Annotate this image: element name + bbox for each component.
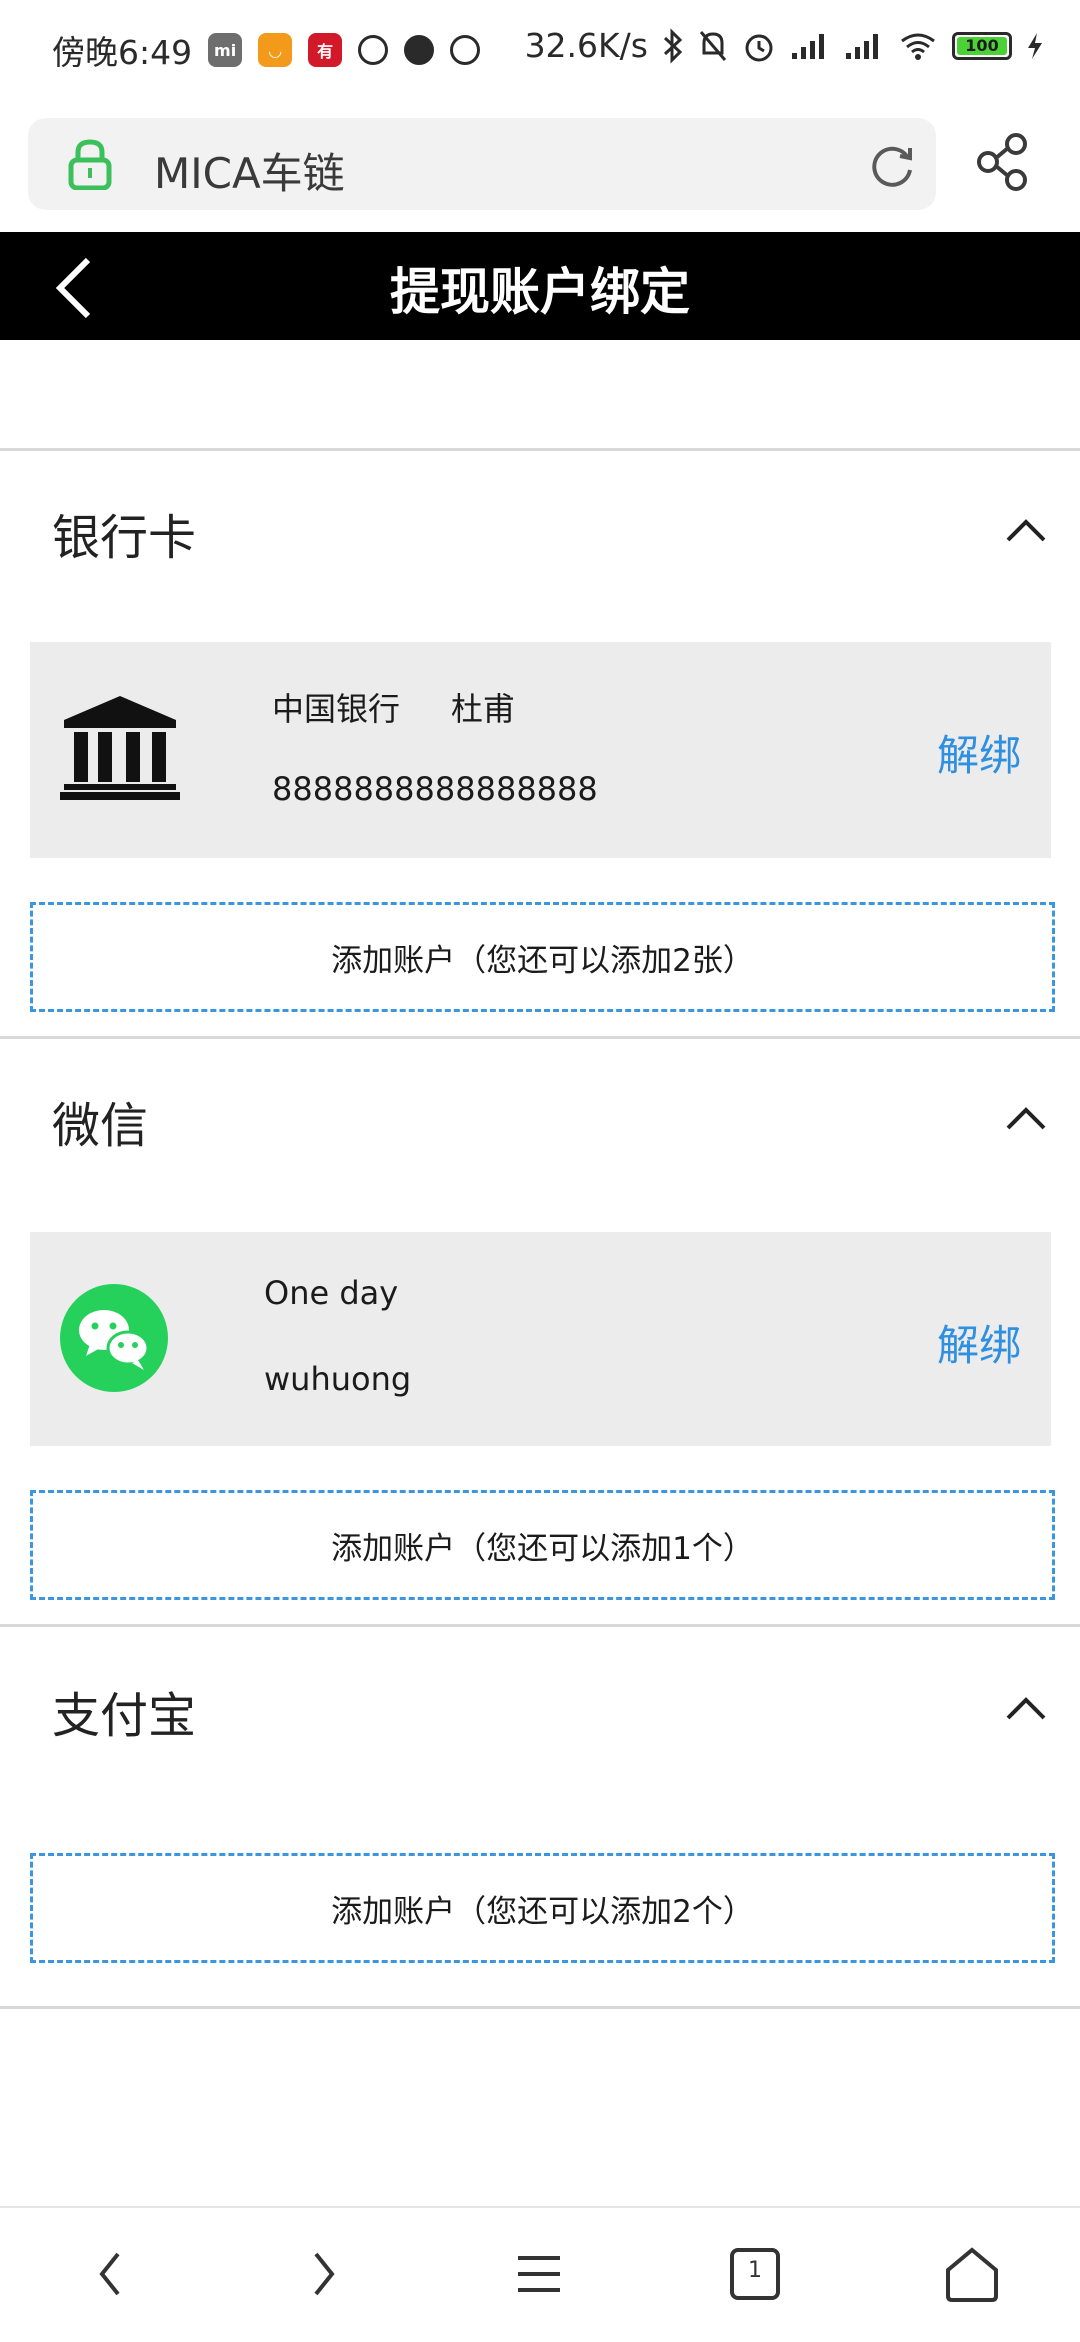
nav-back-icon[interactable] [92, 2244, 128, 2308]
nav-forward-icon[interactable] [306, 2244, 342, 2308]
signal-icon [844, 31, 884, 61]
tabs-button[interactable]: 1 [728, 2246, 782, 2306]
add-alipay-account-button[interactable]: 添加账户（您还可以添加2个） [30, 1853, 1055, 1963]
bluetooth-icon [662, 27, 684, 64]
bank-account-card: 中国银行 杜甫 8888888888888888 解绑 [30, 642, 1051, 858]
network-speed: 32.6K/s [524, 26, 648, 65]
status-left: 傍晚6:49 mi ◡ 有 [52, 26, 481, 74]
section-divider [0, 1624, 1080, 1627]
signal-icon [790, 31, 830, 61]
mute-bell-icon [698, 29, 728, 63]
chevron-up-icon[interactable] [1004, 516, 1048, 548]
charging-icon [1026, 31, 1044, 61]
add-wechat-account-button[interactable]: 添加账户（您还可以添加1个） [30, 1490, 1055, 1600]
page-title: 提现账户绑定 [390, 263, 690, 321]
section-divider [0, 448, 1080, 451]
bank-card-number: 8888888888888888 [272, 770, 598, 808]
circle-notification-icon [358, 35, 389, 65]
section-title-wechat: 微信 [52, 1098, 149, 1154]
browser-bottom-nav: 1 [0, 2206, 1080, 2342]
taobao-app-icon: ◡ [258, 33, 293, 67]
youpin-app-icon: 有 [308, 33, 343, 67]
wechat-account-id: wuhuong [264, 1360, 412, 1398]
url-bar[interactable]: MICA车链 [28, 118, 936, 210]
circle-notification-icon [450, 35, 481, 65]
page-header: 提现账户绑定 [0, 232, 1080, 340]
add-bank-account-button[interactable]: 添加账户（您还可以添加2张） [30, 902, 1055, 1012]
section-divider [0, 2006, 1080, 2009]
tab-count: 1 [748, 2258, 762, 2283]
status-bar: 傍晚6:49 mi ◡ 有 32.6K/s 100 [0, 0, 1080, 96]
section-divider [0, 1036, 1080, 1039]
bank-name-holder: 中国银行 杜甫 [272, 690, 515, 728]
bank-icon [60, 692, 180, 808]
home-icon[interactable] [942, 2244, 1002, 2308]
unbind-wechat-button[interactable]: 解绑 [937, 1312, 1021, 1373]
section-title-alipay: 支付宝 [52, 1688, 197, 1744]
wechat-account-card: One day wuhuong 解绑 [30, 1232, 1051, 1446]
wechat-icon [60, 1284, 168, 1392]
refresh-icon[interactable] [866, 140, 918, 196]
wifi-icon [898, 31, 938, 61]
share-icon[interactable] [974, 132, 1032, 196]
alarm-icon [742, 29, 776, 63]
chevron-up-icon[interactable] [1004, 1104, 1048, 1136]
section-title-bank: 银行卡 [52, 510, 197, 566]
chevron-up-icon[interactable] [1004, 1694, 1048, 1726]
wechat-nickname: One day [264, 1274, 399, 1312]
menu-icon[interactable] [514, 2244, 564, 2308]
mi-app-icon: mi [208, 33, 243, 67]
battery-icon: 100 [952, 31, 1012, 60]
battery-level: 100 [957, 36, 1007, 55]
blocked-notification-icon [404, 35, 435, 65]
url-title: MICA车链 [154, 149, 345, 198]
unbind-bank-button[interactable]: 解绑 [937, 722, 1021, 783]
status-time: 傍晚6:49 [52, 33, 193, 72]
status-right: 32.6K/s 100 [525, 26, 1044, 65]
lock-icon [66, 138, 114, 194]
